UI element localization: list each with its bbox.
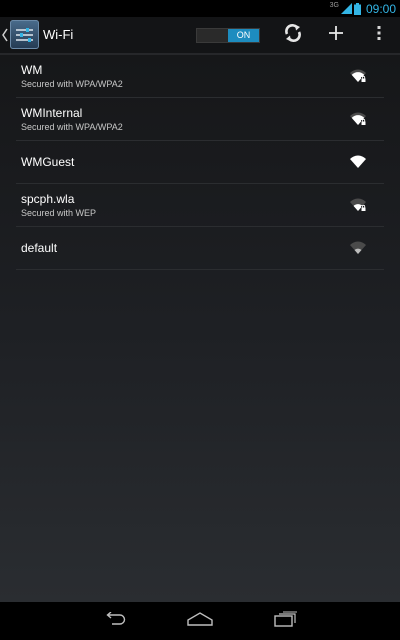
clock: 09:00 <box>365 1 396 16</box>
wifi-network-list-area: WM Secured with WPA/WPA2 WMInternal Secu… <box>0 55 400 602</box>
recent-apps-icon <box>274 611 298 632</box>
network-security: Secured with WEP <box>21 208 97 218</box>
wifi-toggle[interactable]: ON <box>196 28 260 43</box>
wifi-toggle-on-label: ON <box>228 29 259 42</box>
wifi-signal-locked-icon <box>349 110 367 126</box>
network-name: spcph.wla <box>21 192 75 206</box>
network-item-spcph-wla[interactable]: spcph.wla Secured with WEP <box>16 184 384 227</box>
network-security: Secured with WPA/WPA2 <box>21 79 123 89</box>
scan-icon <box>283 23 303 48</box>
up-navigation-icon[interactable] <box>1 27 9 43</box>
network-item-default[interactable]: default <box>16 227 384 270</box>
recent-apps-button[interactable] <box>261 602 311 640</box>
cell-signal-icon <box>340 3 352 14</box>
network-item-wminternal[interactable]: WMInternal Secured with WPA/WPA2 <box>16 98 384 141</box>
status-bar: 3G 09:00 <box>0 0 400 17</box>
settings-app-icon[interactable] <box>10 20 39 49</box>
network-list: WM Secured with WPA/WPA2 WMInternal Secu… <box>0 55 400 270</box>
navigation-bar <box>0 602 400 640</box>
home-icon <box>187 611 213 631</box>
network-name: WM <box>21 63 43 77</box>
action-bar: Wi-Fi ON <box>0 17 400 55</box>
network-name: WMGuest <box>21 155 75 169</box>
network-name: default <box>21 241 58 255</box>
back-icon <box>103 610 127 631</box>
status-indicators: 3G 09:00 <box>330 1 396 16</box>
overflow-menu-icon <box>377 25 381 45</box>
network-item-wm[interactable]: WM Secured with WPA/WPA2 <box>16 55 384 98</box>
wifi-signal-locked-icon <box>349 67 367 83</box>
network-security: Secured with WPA/WPA2 <box>21 122 123 132</box>
wifi-signal-locked-icon <box>349 196 367 212</box>
home-button[interactable] <box>175 602 225 640</box>
add-network-button[interactable] <box>318 17 354 53</box>
wifi-signal-weak-icon <box>349 239 367 255</box>
wifi-signal-icon <box>349 153 367 169</box>
page-title: Wi-Fi <box>43 27 74 42</box>
scan-button[interactable] <box>275 17 311 53</box>
add-network-icon <box>328 25 344 46</box>
network-type-label: 3G <box>329 2 339 9</box>
network-item-wmguest[interactable]: WMGuest <box>16 141 384 184</box>
battery-icon <box>353 2 361 15</box>
network-name: WMInternal <box>21 106 83 120</box>
back-button[interactable] <box>90 602 140 640</box>
overflow-menu-button[interactable] <box>362 17 396 53</box>
